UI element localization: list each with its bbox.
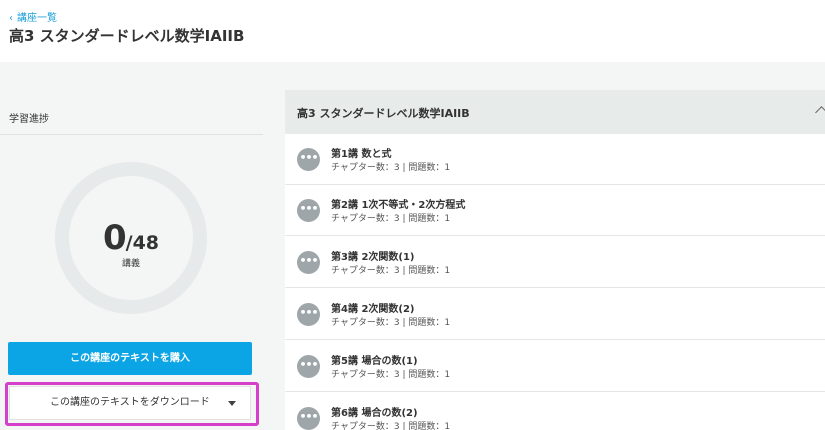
more-icon: ••• (297, 199, 320, 222)
download-text-button[interactable]: この講座のテキストをダウンロード (9, 386, 251, 420)
lecture-title: 第4講 2次関数(2) (331, 304, 415, 315)
progress-label: 学習進捗 (9, 114, 49, 125)
progress-unit: 講義 (121, 259, 140, 269)
lecture-row[interactable]: ••• 第5講 場合の数(1) チャプター数：3 | 問題数：1 (285, 341, 825, 392)
back-link-label: 講座一覧 (17, 13, 57, 24)
lecture-title: 第5講 場合の数(1) (331, 356, 418, 367)
lecture-row[interactable]: ••• 第2講 1次不等式・2次方程式 チャプター数：3 | 問題数：1 (285, 185, 825, 236)
lecture-panel: 高3 スタンダードレベル数学IAIIB ••• 第1講 数と式 チャプター数：3… (285, 90, 825, 430)
more-icon: ••• (297, 148, 320, 171)
lecture-title: 第3講 2次関数(1) (331, 252, 415, 263)
lecture-meta: チャプター数：3 | 問題数：1 (331, 422, 451, 430)
chevron-up-icon[interactable] (815, 106, 825, 119)
lecture-title: 第1講 数と式 (331, 149, 392, 160)
page-title: 高3 スタンダードレベル数学IAIIB (9, 27, 245, 45)
lecture-title: 第2講 1次不等式・2次方程式 (331, 200, 466, 211)
panel-title: 高3 スタンダードレベル数学IAIIB (297, 107, 470, 120)
back-link[interactable]: ‹ 講座一覧 (9, 9, 57, 24)
buy-text-button[interactable]: この講座のテキストを購入 (8, 342, 252, 375)
lecture-meta: チャプター数：3 | 問題数：1 (331, 370, 451, 380)
more-icon: ••• (297, 407, 320, 430)
lecture-row[interactable]: ••• 第1講 数と式 チャプター数：3 | 問題数：1 (285, 134, 825, 185)
more-icon: ••• (297, 355, 320, 378)
divider (0, 134, 263, 135)
lecture-row[interactable]: ••• 第4講 2次関数(2) チャプター数：3 | 問題数：1 (285, 289, 825, 340)
lecture-title: 第6講 場合の数(2) (331, 408, 418, 419)
page-header: ‹ 講座一覧 高3 スタンダードレベル数学IAIIB (0, 0, 825, 62)
lecture-row[interactable]: ••• 第6講 場合の数(2) チャプター数：3 | 問題数：1 (285, 393, 825, 430)
progress-count: 0/48 (55, 218, 207, 258)
more-icon: ••• (297, 251, 320, 274)
lecture-meta: チャプター数：3 | 問題数：1 (331, 163, 451, 173)
panel-header[interactable]: 高3 スタンダードレベル数学IAIIB (285, 90, 825, 134)
caret-down-icon (228, 401, 236, 406)
progress-sidebar: 学習進捗 0/48 講義 この講座のテキストを購入 この講座のテキストをダウンロ… (0, 90, 265, 430)
lecture-meta: チャプター数：3 | 問題数：1 (331, 266, 451, 276)
progress-total: /48 (125, 232, 160, 254)
lecture-meta: チャプター数：3 | 問題数：1 (331, 214, 451, 224)
lecture-meta: チャプター数：3 | 問題数：1 (331, 318, 451, 328)
chevron-left-icon: ‹ (9, 13, 13, 24)
more-icon: ••• (297, 303, 320, 326)
progress-done: 0 (102, 218, 127, 258)
lecture-row[interactable]: ••• 第3講 2次関数(1) チャプター数：3 | 問題数：1 (285, 237, 825, 288)
download-text-label: この講座のテキストをダウンロード (50, 397, 210, 408)
